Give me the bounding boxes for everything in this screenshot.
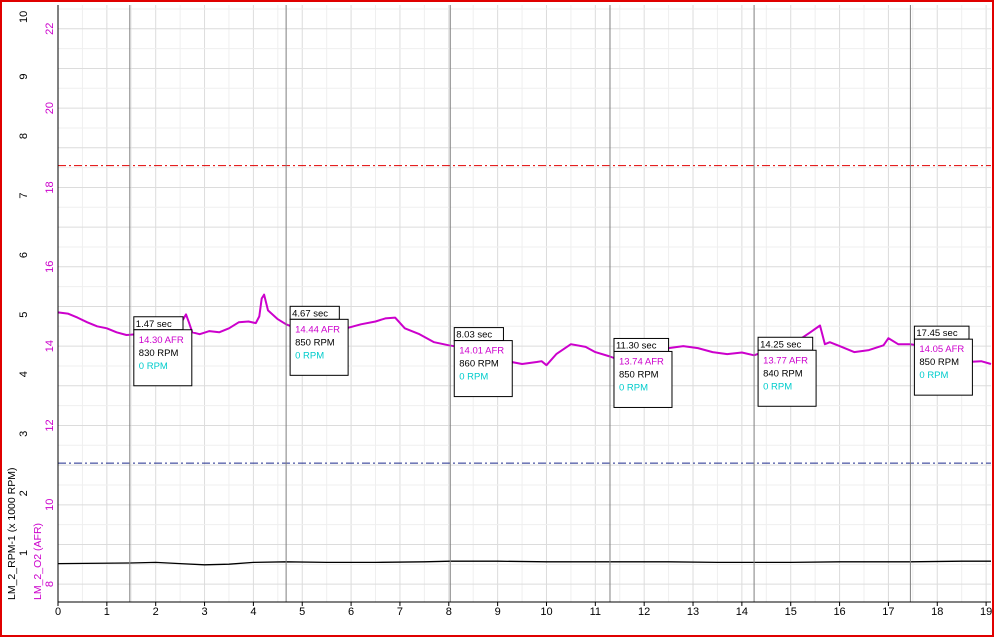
x-tick-label: 17 [882,606,894,618]
cursor-afr-value: 14.01 AFR [459,346,504,357]
cursor-rpm2-value: 0 RPM [919,370,948,381]
x-tick-label: 18 [931,606,943,618]
x-tick-label: 9 [495,606,501,618]
afr-tick-label: 14 [44,340,56,352]
cursor-rpm-value: 850 RPM [919,357,959,368]
cursor-rpm2-value: 0 RPM [139,361,168,372]
cursor-time-label: 14.25 sec [760,339,801,350]
cursor-afr-value: 14.05 AFR [919,344,964,355]
x-tick-label: 6 [348,606,354,618]
rpm-tick-label: 3 [18,431,30,437]
plot-area[interactable] [58,5,991,602]
rpm-tick-label: 8 [18,133,30,139]
x-tick-label: 2 [153,606,159,618]
cursor-time-label: 4.67 sec [292,308,328,319]
cursor-time-label: 8.03 sec [456,330,492,341]
afr-rpm-chart[interactable]: 1.47 sec14.30 AFR830 RPM0 RPM4.67 sec14.… [2,2,992,635]
rpm-tick-label: 4 [18,371,30,377]
x-tick-label: 8 [446,606,452,618]
x-tick-label: 5 [299,606,305,618]
cursor-time-label: 11.30 sec [616,340,657,351]
rpm-tick-label: 5 [18,312,30,318]
afr-tick-label: 20 [44,102,56,114]
afr-tick-label: 16 [44,261,56,273]
afr-tick-label: 22 [44,23,56,35]
x-tick-label: 0 [55,606,61,618]
cursor-rpm2-value: 0 RPM [763,381,792,392]
cursor-rpm-value: 840 RPM [763,368,803,379]
x-tick-label: 7 [397,606,403,618]
x-tick-label: 16 [833,606,845,618]
cursor-afr-value: 14.30 AFR [139,335,184,346]
afr-axis-label: LM_2_O2 (AFR) [32,523,44,600]
afr-tick-label: 8 [44,581,56,587]
x-tick-label: 19 [980,606,992,618]
x-tick-label: 13 [687,606,699,618]
rpm-tick-label: 6 [18,252,30,258]
afr-tick-label: 18 [44,181,56,193]
cursor-rpm2-value: 0 RPM [295,350,324,361]
cursor-rpm-value: 850 RPM [295,337,335,348]
x-tick-label: 15 [785,606,797,618]
cursor-rpm2-value: 0 RPM [459,372,488,383]
cursor-rpm2-value: 0 RPM [619,382,648,393]
cursor-rpm-value: 850 RPM [619,369,659,380]
x-tick-label: 11 [590,606,601,618]
cursor-afr-value: 13.77 AFR [763,355,808,366]
x-tick-label: 3 [201,606,207,618]
cursor-time-label: 17.45 sec [916,328,957,339]
rpm-tick-label: 10 [18,11,30,23]
x-tick-label: 10 [540,606,552,618]
x-tick-label: 12 [638,606,650,618]
cursor-rpm-value: 830 RPM [139,348,179,359]
rpm-axis-label: LM_2_RPM-1 (x 1000 RPM) [6,468,18,600]
chart-window: 1.47 sec 14.30 AFR 830 RPM 0 RPM 4.67 sec 14.… [0,0,994,637]
afr-tick-label: 10 [44,499,56,511]
x-tick-label: 14 [736,606,748,618]
rpm-tick-label: 7 [18,193,30,199]
cursor-time-label: 1.47 sec [136,319,172,330]
rpm-tick-label: 9 [18,73,30,79]
x-tick-label: 4 [250,606,256,618]
cursor-afr-value: 13.74 AFR [619,356,664,367]
rpm-tick-label: 1 [18,550,30,556]
cursor-rpm-value: 860 RPM [459,359,499,370]
cursor-afr-value: 14.44 AFR [295,324,340,335]
x-tick-label: 1 [104,606,110,618]
afr-tick-label: 12 [44,419,56,431]
rpm-tick-label: 2 [18,490,30,496]
